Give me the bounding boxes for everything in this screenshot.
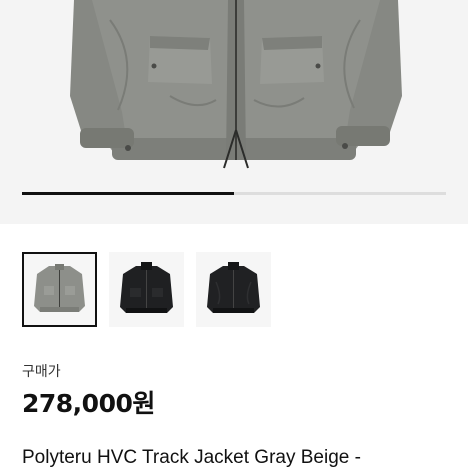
- gray-jacket-thumb-image: [34, 264, 85, 312]
- price-label: 구매가: [22, 364, 61, 380]
- product-title: Polyteru HVC Track Jacket Gray Beige -: [22, 447, 361, 468]
- black-jacket-thumb-2[interactable]: [196, 252, 271, 327]
- price-value: 278,000원: [22, 389, 155, 418]
- thumbnail-list: [22, 252, 271, 327]
- gallery-progress-bar: [22, 192, 446, 195]
- black-jacket-thumb-1-image: [120, 262, 173, 313]
- gray-jacket-thumb[interactable]: [22, 252, 97, 327]
- black-jacket-thumb-2-image: [207, 262, 260, 313]
- product-image-gallery[interactable]: [0, 0, 468, 224]
- gallery-progress-fill: [22, 192, 234, 195]
- black-jacket-thumb-1[interactable]: [109, 252, 184, 327]
- gray-jacket-photo: [70, 0, 402, 169]
